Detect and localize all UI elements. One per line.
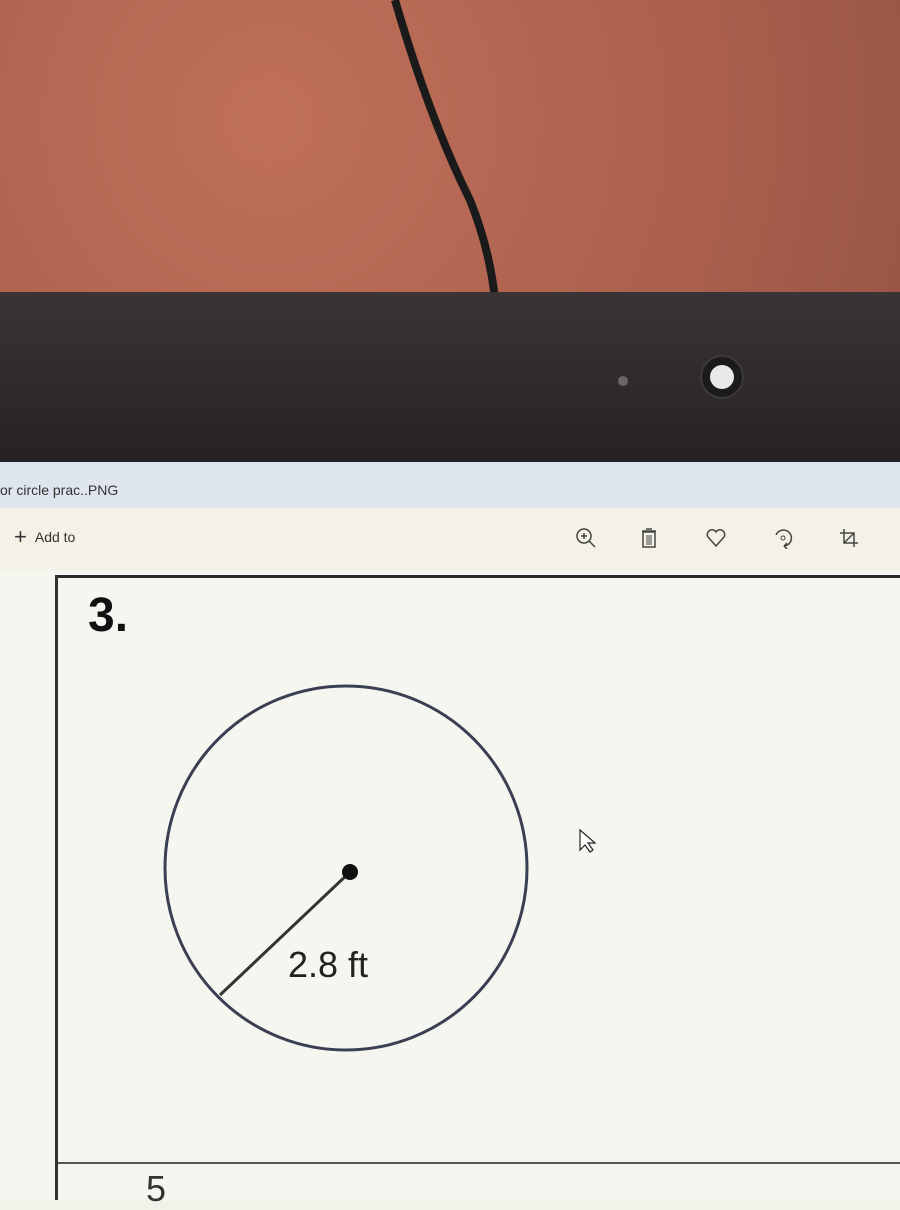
mouse-cursor-icon (579, 828, 597, 853)
radius-label: 2.8 ft (288, 944, 369, 985)
center-point (342, 864, 358, 880)
circle-figure (163, 684, 597, 1052)
next-problem-number: 5 (146, 1168, 167, 1209)
